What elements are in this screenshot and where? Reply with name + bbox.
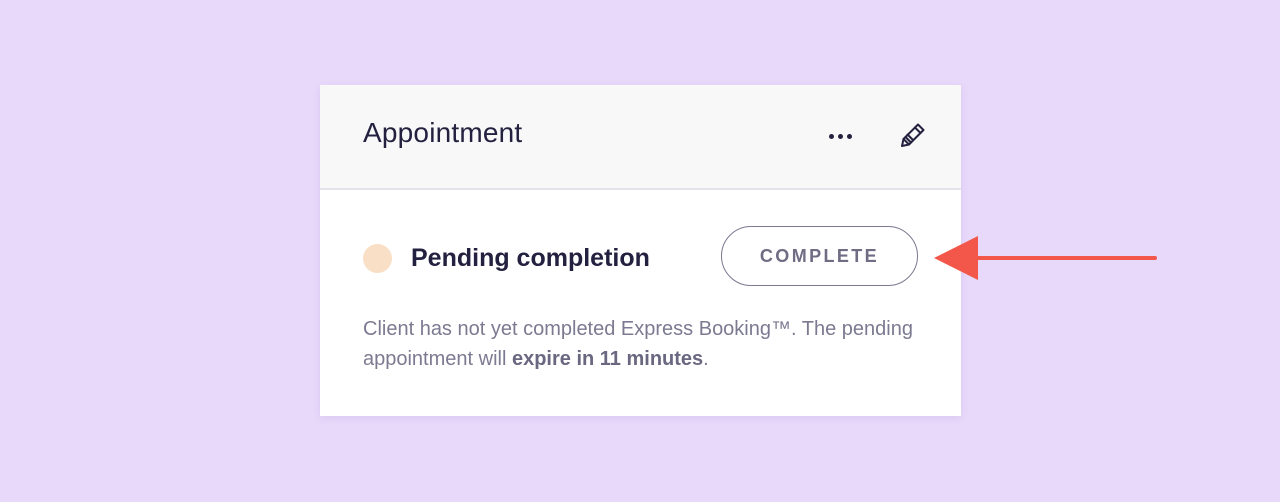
card-title: Appointment <box>363 117 523 148</box>
edit-button[interactable] <box>893 115 933 155</box>
pencil-icon <box>901 123 925 147</box>
description-text-after: . <box>703 348 709 370</box>
status-label: Pending completion <box>411 244 650 272</box>
description-expiry: expire in 11 minutes <box>511 348 704 370</box>
annotation-arrow-icon <box>934 236 1157 280</box>
card-header: Appointment <box>320 85 961 190</box>
complete-button[interactable]: COMPLETE <box>721 226 918 286</box>
status-indicator-dot <box>363 244 392 273</box>
appointment-card: Appointment Pending completion COMPLETE … <box>320 85 961 416</box>
more-options-button[interactable] <box>820 116 860 156</box>
status-description: Client has not yet completed Express Boo… <box>363 314 923 374</box>
more-horizontal-icon <box>827 133 854 139</box>
